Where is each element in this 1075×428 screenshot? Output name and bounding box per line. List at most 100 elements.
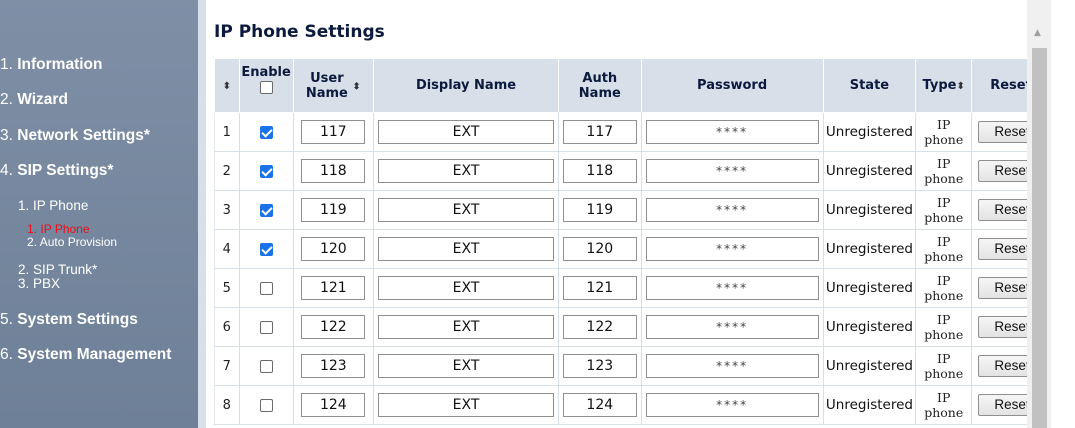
enable-cell: [238, 268, 294, 308]
auth-name-cell: 117: [557, 112, 642, 152]
user-name-input[interactable]: 120: [301, 237, 366, 261]
display-name-input[interactable]: EXT: [378, 120, 554, 144]
display-name-cell: EXT: [373, 268, 559, 308]
user-name-cell: 122: [292, 307, 375, 347]
row-index: 2: [214, 151, 240, 191]
password-input[interactable]: ****: [645, 237, 819, 261]
enable-checkbox[interactable]: [259, 125, 273, 139]
auth-name-input[interactable]: 124: [562, 393, 637, 417]
password-input[interactable]: ****: [645, 198, 819, 222]
sort-icon: ⬍: [352, 81, 361, 92]
auth-name-cell: 123: [557, 346, 642, 386]
row-index: 7: [214, 346, 240, 386]
password-input[interactable]: ****: [645, 354, 819, 378]
row-index: 3: [214, 190, 240, 230]
password-input[interactable]: ****: [645, 315, 819, 339]
display-name-input[interactable]: EXT: [378, 354, 554, 378]
auth-name-input[interactable]: 118: [562, 159, 637, 183]
state-label: Unregistered: [825, 280, 913, 296]
sidebar-nav: 1. Information 2. Wizard 3. Network Sett…: [0, 0, 198, 428]
header-type[interactable]: Type⬍: [915, 58, 973, 113]
header-password: Password: [640, 58, 824, 113]
state-cell: Unregistered: [822, 268, 917, 308]
sidebar-item-sip-settings[interactable]: 4. SIP Settings*: [0, 162, 113, 180]
user-name-input[interactable]: 119: [301, 198, 366, 222]
sidebar-item-system-management[interactable]: 6. System Management: [0, 346, 171, 364]
sidebar-subitem-pbx[interactable]: 3. PBX: [18, 276, 60, 291]
password-input[interactable]: ****: [645, 393, 819, 417]
auth-name-input[interactable]: 119: [562, 198, 637, 222]
enable-cell: [238, 346, 294, 386]
vertical-scrollbar[interactable]: ▲: [1027, 0, 1051, 428]
row-index: 8: [214, 385, 240, 425]
auth-name-input[interactable]: 117: [562, 120, 637, 144]
user-name-input[interactable]: 121: [301, 276, 366, 300]
display-name-cell: EXT: [373, 112, 559, 152]
display-name-cell: EXT: [373, 190, 559, 230]
display-name-cell: EXT: [373, 307, 559, 347]
user-name-input[interactable]: 118: [301, 159, 366, 183]
type-cell: IP phone: [915, 307, 973, 347]
table-row: 8 124 EXT 124 **** Unregistered IP phone Reset: [214, 385, 1051, 425]
password-cell: ****: [640, 151, 824, 191]
table-row: 2 118 EXT 118 **** Unregistered IP phone Reset: [214, 151, 1051, 191]
auth-name-input[interactable]: 120: [562, 237, 637, 261]
auth-name-input[interactable]: 122: [562, 315, 637, 339]
enable-cell: [238, 307, 294, 347]
state-label: Unregistered: [825, 124, 913, 140]
state-cell: Unregistered: [822, 112, 917, 152]
enable-checkbox[interactable]: [259, 398, 273, 412]
display-name-input[interactable]: EXT: [378, 159, 554, 183]
user-name-input[interactable]: 123: [301, 354, 366, 378]
user-name-cell: 121: [292, 268, 375, 308]
sidebar-subsubitem-ip-phone[interactable]: 1. IP Phone: [27, 223, 90, 235]
enable-checkbox[interactable]: [259, 359, 273, 373]
display-name-input[interactable]: EXT: [378, 315, 554, 339]
enable-checkbox[interactable]: [259, 281, 273, 295]
sort-header-index[interactable]: ⬍: [214, 58, 240, 113]
sidebar-item-system-settings[interactable]: 5. System Settings: [0, 311, 138, 329]
user-name-input[interactable]: 122: [301, 315, 366, 339]
scrollbar-thumb[interactable]: [1032, 48, 1047, 428]
display-name-input[interactable]: EXT: [378, 393, 554, 417]
sidebar-subitem-ip-phone[interactable]: 1. IP Phone: [18, 198, 88, 213]
enable-checkbox[interactable]: [259, 320, 273, 334]
row-index: 6: [214, 307, 240, 347]
password-cell: ****: [640, 268, 824, 308]
sidebar-divider: [198, 0, 206, 428]
state-cell: Unregistered: [822, 346, 917, 386]
password-cell: ****: [640, 190, 824, 230]
enable-checkbox[interactable]: [259, 164, 273, 178]
table-row: 4 120 EXT 120 **** Unregistered IP phone Reset: [214, 229, 1051, 269]
header-user-name[interactable]: User Name ⬍: [292, 58, 375, 113]
password-cell: ****: [640, 307, 824, 347]
password-input[interactable]: ****: [645, 276, 819, 300]
auth-name-cell: 122: [557, 307, 642, 347]
table-row: 1 117 EXT 117 **** Unregistered IP phone Reset: [214, 112, 1051, 152]
display-name-input[interactable]: EXT: [378, 276, 554, 300]
password-input[interactable]: ****: [645, 159, 819, 183]
enable-checkbox[interactable]: [259, 203, 273, 217]
row-index: 1: [214, 112, 240, 152]
sidebar-item-wizard[interactable]: 2. Wizard: [0, 91, 68, 109]
sort-icon: ⬍: [222, 80, 231, 92]
auth-name-input[interactable]: 121: [562, 276, 637, 300]
display-name-input[interactable]: EXT: [378, 198, 554, 222]
user-name-input[interactable]: 117: [301, 120, 366, 144]
auth-name-cell: 121: [557, 268, 642, 308]
password-input[interactable]: ****: [645, 120, 819, 144]
display-name-input[interactable]: EXT: [378, 237, 554, 261]
auth-name-input[interactable]: 123: [562, 354, 637, 378]
user-name-input[interactable]: 124: [301, 393, 366, 417]
state-cell: Unregistered: [822, 385, 917, 425]
type-cell: IP phone: [915, 346, 973, 386]
enable-checkbox[interactable]: [259, 242, 273, 256]
sidebar-subsubitem-auto-provision[interactable]: 2. Auto Provision: [27, 236, 117, 248]
scroll-up-icon[interactable]: ▲: [1034, 28, 1041, 38]
sidebar-subitem-sip-trunk[interactable]: 2. SIP Trunk*: [18, 262, 97, 277]
type-cell: IP phone: [915, 112, 973, 152]
enable-cell: [238, 112, 294, 152]
sidebar-item-information[interactable]: 1. Information: [0, 56, 103, 74]
enable-all-checkbox[interactable]: [259, 81, 273, 94]
sidebar-item-network-settings[interactable]: 3. Network Settings*: [0, 127, 150, 145]
